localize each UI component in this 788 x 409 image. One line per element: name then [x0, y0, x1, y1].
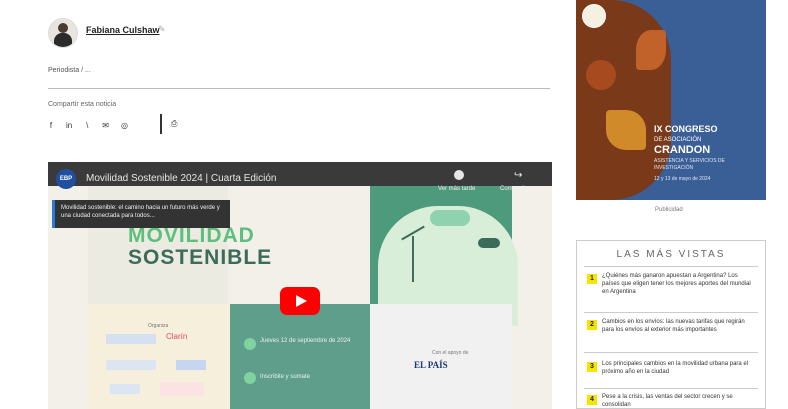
- most-viewed-link[interactable]: ¿Quiénes más ganaron apuestan a Argentin…: [602, 272, 752, 296]
- video-overlay-text: Movilidad sostenible: el camino hacia un…: [52, 200, 230, 228]
- most-viewed-item[interactable]: 1 ¿Quiénes más ganaron apuestan a Argent…: [584, 272, 758, 313]
- linkedin-icon[interactable]: in: [66, 121, 72, 130]
- most-viewed-title: LAS MÁS VISTAS: [616, 249, 726, 260]
- ad-caption: Publicidad: [655, 207, 683, 213]
- event-date: Jueves 12 de septiembre de 2024: [260, 338, 351, 344]
- email-icon[interactable]: ✉: [102, 121, 109, 130]
- play-button[interactable]: [280, 287, 320, 315]
- sponsors-label: Organiza: [148, 323, 169, 329]
- rank-badge: 2: [587, 320, 597, 330]
- sponsor-logo: [176, 360, 206, 370]
- video-title[interactable]: Movilidad Sostenible 2024 | Cuarta Edici…: [86, 173, 277, 184]
- facebook-icon[interactable]: f: [48, 121, 54, 130]
- divider: [48, 88, 550, 89]
- most-viewed-item[interactable]: 4 Pese a la crisis, las ventas del secto…: [584, 393, 758, 409]
- ad-subheadline: DE ASOCIACIÓN: [654, 137, 702, 143]
- sponsor-logo: [106, 334, 156, 344]
- sponsor-logo-clarin: Clarín: [166, 332, 188, 341]
- ad-headline: IX CONGRESO: [654, 124, 718, 134]
- most-viewed-link[interactable]: Pese a la crisis, las ventas del sector …: [602, 393, 752, 409]
- share-buttons: f in \ ✉ ◎: [48, 119, 128, 131]
- most-viewed-link[interactable]: Los principales cambios en la movilidad …: [602, 360, 752, 376]
- author-bio: Periodista / ...: [48, 67, 91, 74]
- share-video-label[interactable]: Compartir: [500, 186, 526, 192]
- video-illustration: [370, 186, 518, 326]
- channel-logo[interactable]: EBP: [56, 169, 76, 189]
- watch-later-label[interactable]: Ver más tarde: [438, 186, 475, 192]
- share-label: Compartir esta noticia: [48, 101, 117, 108]
- most-viewed-link[interactable]: Cambios en los envíos: las nuevas tarifa…: [602, 318, 752, 334]
- rank-badge: 1: [587, 274, 597, 284]
- ad-date: 12 y 13 de mayo de 2024: [654, 176, 711, 182]
- sponsor-logo: [110, 384, 140, 394]
- video-headline-2: SOSTENIBLE: [128, 246, 273, 269]
- event-register: Inscribite y sumate: [260, 374, 311, 380]
- ad-description: ASISTENCIA Y SERVICIOS DE INVESTIGACIÓN: [654, 158, 725, 171]
- pencil-icon: ✎: [158, 24, 166, 34]
- media-partner-label: Con el apoyo de: [432, 350, 469, 356]
- calendar-icon: [244, 338, 256, 350]
- author-name-link[interactable]: Fabiana Culshaw: [86, 25, 160, 35]
- author-avatar[interactable]: [48, 18, 78, 48]
- most-viewed-rule: [584, 266, 758, 267]
- seal-icon: [582, 4, 606, 28]
- share-separator: [160, 114, 162, 134]
- most-viewed-item[interactable]: 2 Cambios en los envíos: las nuevas tari…: [584, 318, 758, 353]
- print-icon[interactable]: ⎙: [171, 119, 177, 129]
- rank-badge: 3: [587, 362, 597, 372]
- video-media-panel: [370, 304, 512, 409]
- sponsor-logo: [106, 360, 156, 370]
- whatsapp-icon[interactable]: ◎: [121, 121, 128, 130]
- video-embed[interactable]: MOVILIDAD SOSTENIBLE Organiza Clarín Jue…: [48, 162, 552, 409]
- register-icon: [244, 372, 256, 384]
- sponsor-logo: [160, 382, 204, 396]
- twitter-icon[interactable]: \: [84, 121, 90, 130]
- video-info-panel: [230, 304, 370, 409]
- ad-brand: CRANDON: [654, 144, 711, 156]
- rank-badge: 4: [587, 395, 597, 405]
- most-viewed-item[interactable]: 3 Los principales cambios en la movilida…: [584, 360, 758, 389]
- clock-icon[interactable]: [454, 170, 464, 180]
- share-icon[interactable]: ↪: [514, 170, 522, 181]
- media-partner-logo: EL PAÍS: [414, 360, 448, 370]
